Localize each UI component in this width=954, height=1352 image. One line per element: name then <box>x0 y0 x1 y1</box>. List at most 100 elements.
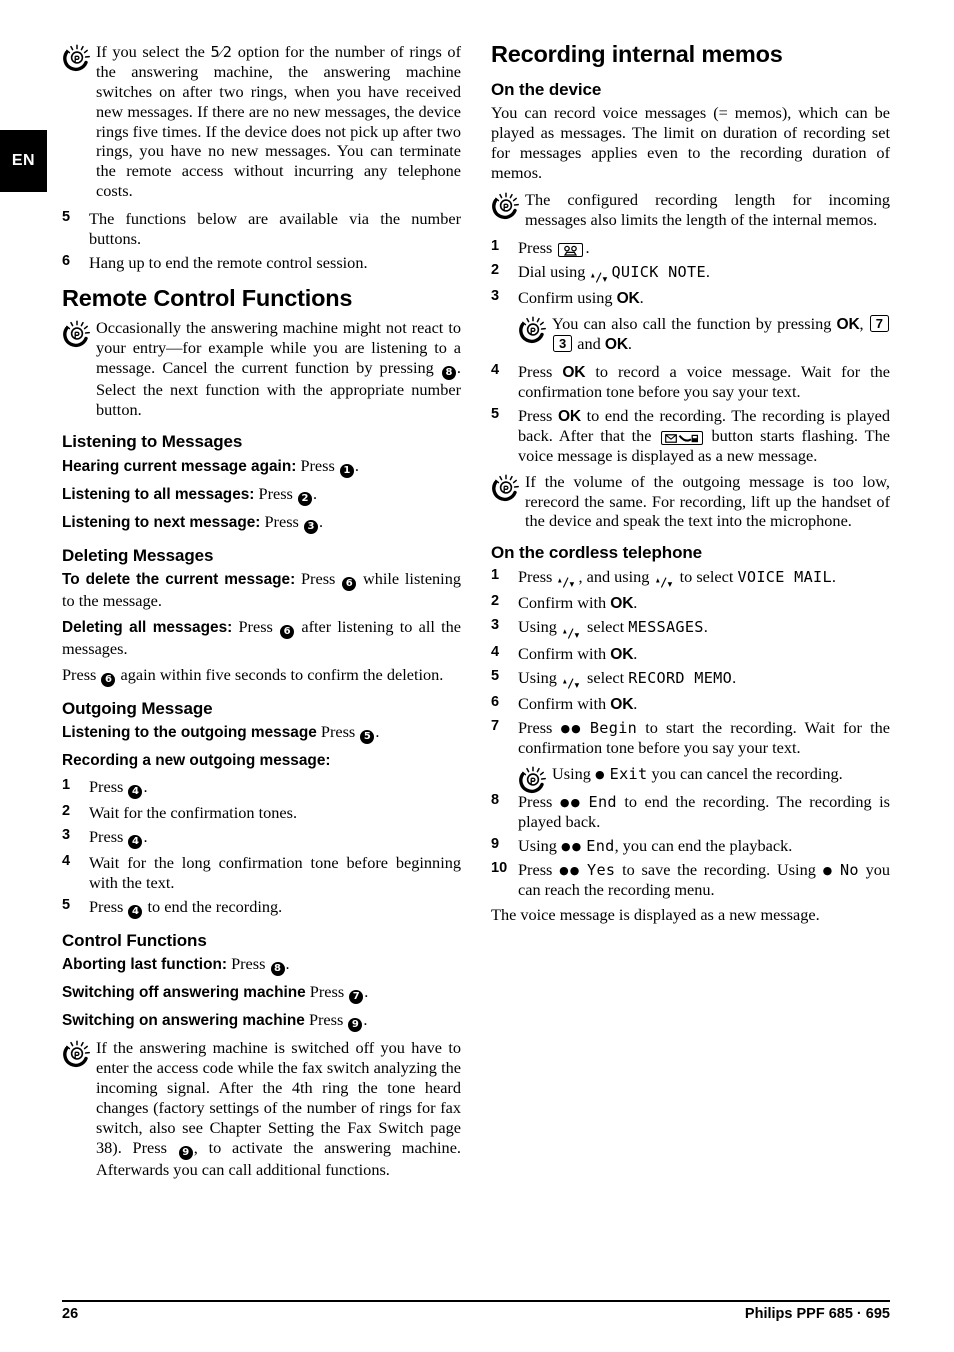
step-text-tail: . <box>633 694 638 714</box>
control-switch-on-text: Press <box>304 1010 348 1030</box>
heading-outgoing-message: Outgoing Message <box>62 698 213 718</box>
step-text-mid: , and using <box>578 566 654 586</box>
ok-key-label: OK <box>836 316 860 334</box>
step-text: Wait for the long confirmation tone befo… <box>89 853 461 892</box>
step-number: 3 <box>491 617 500 634</box>
two-column-body: If you select the 5⁄2 option for the num… <box>62 41 890 1188</box>
control-switch-on-label: Switching on answering machine <box>62 1012 305 1030</box>
step-text: Wait for the confirmation tones. <box>89 803 298 823</box>
step-text: Press <box>518 405 558 425</box>
step-number: 1 <box>491 237 500 254</box>
step-text-tail: . <box>143 827 148 847</box>
lcd-quick-note: QUICK NOTE <box>611 262 706 281</box>
step-text: Using <box>518 835 561 855</box>
tip-outgoing-volume-text: If the volume of the outgoing message is… <box>525 471 890 531</box>
left-column: If you select the 5⁄2 option for the num… <box>62 42 461 1188</box>
list-item: 5 Using select RECORD MEMO. <box>491 668 890 691</box>
lcd-messages: MESSAGES <box>628 618 704 637</box>
circled-number-7: 7 <box>349 990 364 1005</box>
deleting-current-text: Press <box>295 569 342 589</box>
lcd-record-memo: RECORD MEMO <box>628 668 733 687</box>
ok-key-label: OK <box>610 645 634 663</box>
step-text-tail: . <box>585 237 590 257</box>
listening-item-all-label: Listening to all messages: <box>62 485 255 503</box>
tip-remote-no-react: Occasionally the answering machine might… <box>62 318 461 420</box>
step-text: Press <box>518 718 561 738</box>
step-number: 9 <box>491 835 500 852</box>
list-item: 2 Confirm with OK. <box>491 593 890 613</box>
tip-shortcut-code: You can also call the function by pressi… <box>518 314 890 354</box>
tip-shortcut-mid: and <box>573 334 605 354</box>
deleting-current-label: To delete the current message: <box>62 571 296 589</box>
control-switch-on: Switching on answering machine Press 9. <box>62 1010 461 1033</box>
listening-item-current-text: Press <box>296 455 339 475</box>
tip-exit-pre: Using <box>552 764 595 784</box>
lcd-exit: Exit <box>609 765 648 784</box>
tip-shortcut-code-text: You can also call the function by pressi… <box>552 314 890 354</box>
manual-page: If you select the 5⁄2 option for the num… <box>0 0 954 1352</box>
cassette-icon <box>558 242 584 257</box>
step-text-tail: . <box>633 593 638 613</box>
step-text-tail: . <box>705 261 710 281</box>
step-text: Press <box>518 237 557 257</box>
list-item: 4 Press OK to record a voice message. Wai… <box>491 362 890 402</box>
tip-shortcut-end: . <box>627 334 632 354</box>
list-item: 2 Dial using QUICK NOTE. <box>491 262 890 285</box>
control-switch-off-tail: . <box>364 982 369 1002</box>
step-text-tail: . <box>143 777 148 797</box>
tip-outgoing-volume: If the volume of the outgoing message is… <box>491 472 890 532</box>
step-text-tail: . <box>831 566 836 586</box>
heading-remote-control-functions: Remote Control Functions <box>62 284 353 311</box>
lightbulb-tip-icon <box>491 191 521 221</box>
outgoing-listen-tail: . <box>375 722 380 742</box>
message-button-icon <box>660 430 703 445</box>
list-item: 1 Press , and using to select VOICE MAIL. <box>491 567 890 590</box>
step-number: 4 <box>62 853 71 870</box>
step-number: 6 <box>62 252 71 269</box>
list-item: 1 Press . <box>491 238 890 258</box>
tip-exit-cancel: Using ● Exit you can cancel the recordin… <box>518 764 890 794</box>
page-number: 26 <box>62 1306 79 1322</box>
step-number: 3 <box>491 288 500 305</box>
intro-paragraph: You can record voice messages (= memos),… <box>491 103 890 183</box>
step-text: Press <box>89 896 128 916</box>
deleting-current-message: To delete the current message: Press 6 w… <box>62 569 461 611</box>
list-item: 1 Press 4. <box>62 777 461 800</box>
footer-divider <box>62 1300 890 1302</box>
circled-number-2: 2 <box>297 491 312 506</box>
circled-number-6: 6 <box>342 577 357 592</box>
step-text: Press <box>518 566 557 586</box>
step-text-tail: . <box>633 643 638 663</box>
list-item: 5 Press 4 to end the recording. <box>62 897 461 919</box>
heading-listening-to-messages: Listening to Messages <box>62 431 243 451</box>
step-text: Press <box>518 362 563 382</box>
step-text: Dial using <box>518 261 590 281</box>
step-number: 4 <box>491 643 500 660</box>
circled-number-8: 8 <box>270 962 285 977</box>
list-item: 2 Wait for the confirmation tones. <box>62 803 461 823</box>
tip-shortcut-comma: , <box>859 314 869 334</box>
heading-recording-internal-memos: Recording internal memos <box>491 41 783 67</box>
deleting-all-messages: Deleting all messages: Press 6 after lis… <box>62 617 461 659</box>
lightbulb-tip-icon <box>62 319 92 349</box>
control-switch-off-label: Switching off answering machine <box>62 984 306 1002</box>
circled-number-3: 3 <box>303 519 318 534</box>
remote-steps-5-6: 5 The functions below are available via t… <box>62 209 461 273</box>
outgoing-listen-text: Press <box>316 722 360 742</box>
tip-shortcut-pre: You can also call the function by pressi… <box>552 314 837 334</box>
list-item: 6 Hang up to end the remote control sessi… <box>62 253 461 273</box>
ok-key-label: OK <box>610 696 634 714</box>
softkey-dot-icon: ● <box>594 768 606 782</box>
deleting-all-label: Deleting all messages: <box>62 618 233 636</box>
circled-number-6: 6 <box>280 624 295 639</box>
list-item: 3 Using select MESSAGES. <box>491 617 890 640</box>
page-footer: 26 Philips PPF 685 · 695 <box>62 1300 890 1322</box>
step-number: 10 <box>491 859 508 876</box>
listening-item-next-text: Press <box>260 511 303 531</box>
tip-remote-text: Occasionally the answering machine might… <box>96 318 461 420</box>
step-text: Hang up to end the remote control sessio… <box>89 252 368 272</box>
listening-item-all-text: Press <box>254 483 297 503</box>
lcd-no: No <box>839 860 859 879</box>
control-switch-off: Switching off answering machine Press 7. <box>62 982 461 1005</box>
step-number: 5 <box>62 896 71 913</box>
